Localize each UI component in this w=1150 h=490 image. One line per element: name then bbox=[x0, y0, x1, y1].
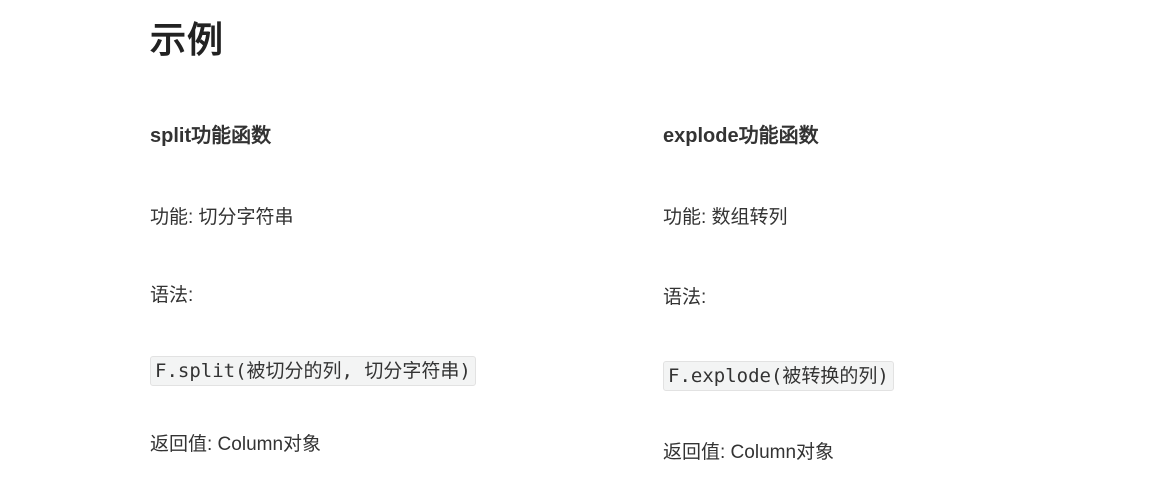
split-syntax-label: 语法: bbox=[150, 285, 194, 306]
split-purpose: 功能: 切分字符串 bbox=[150, 207, 294, 228]
split-code-snippet: F.split(被切分的列, 切分字符串) bbox=[150, 356, 476, 386]
explode-purpose: 功能: 数组转列 bbox=[663, 207, 788, 228]
split-return-value: 返回值: Column对象 bbox=[150, 434, 322, 455]
explode-return-value: 返回值: Column对象 bbox=[663, 442, 835, 463]
explode-syntax-label: 语法: bbox=[663, 287, 707, 308]
explode-code-snippet: F.explode(被转换的列) bbox=[663, 361, 894, 391]
explode-heading: explode功能函数 bbox=[663, 125, 819, 147]
explode-section: explode功能函数 功能: 数组转列 语法: F.explode(被转换的列… bbox=[663, 0, 1133, 490]
split-section: split功能函数 功能: 切分字符串 语法: F.split(被切分的列, 切… bbox=[150, 0, 620, 490]
split-heading: split功能函数 bbox=[150, 125, 272, 147]
